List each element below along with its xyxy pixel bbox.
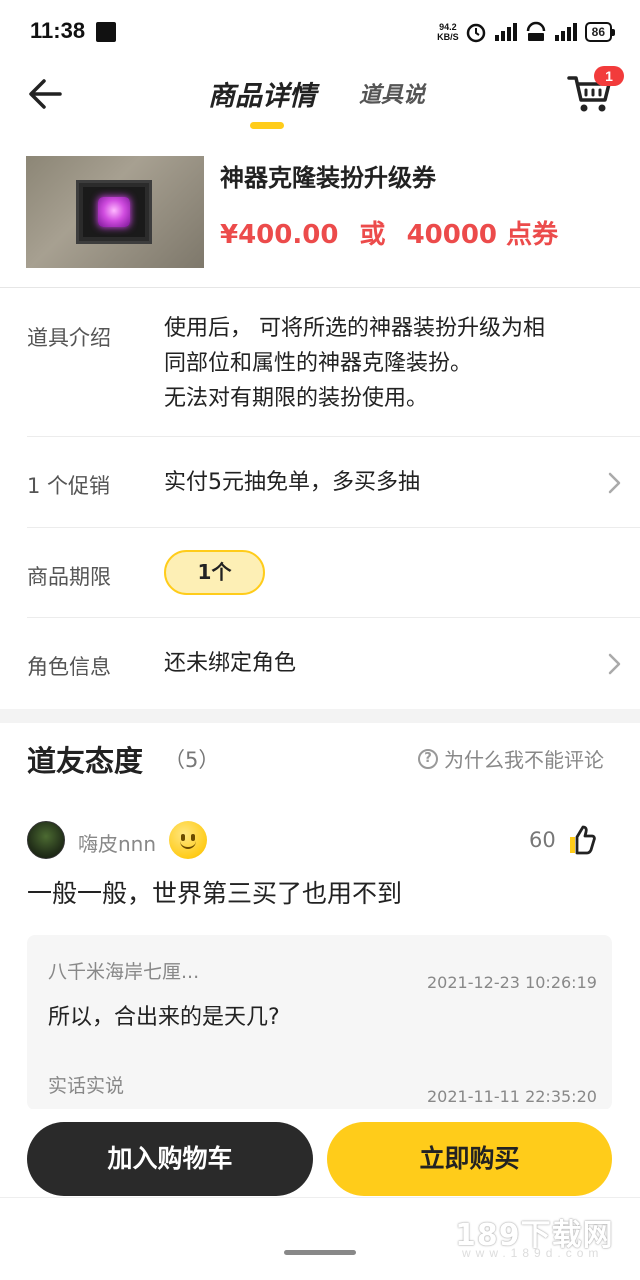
back-button[interactable] [24, 72, 68, 116]
product-name: 神器克隆装扮升级券 [220, 164, 436, 192]
chevron-right-icon[interactable] [606, 471, 622, 495]
item-gem-icon [98, 197, 130, 227]
net-speed: 94.2 KB/S [437, 22, 459, 42]
intro-label: 道具介绍 [27, 326, 111, 350]
status-time: 11:38 [30, 18, 86, 43]
intro-line: 同部位和属性的神器克隆装扮。 [164, 351, 473, 376]
help-link-text: 为什么我不能评论 [444, 748, 604, 772]
reply-username[interactable]: 实话实说 [48, 1071, 124, 1098]
cart-count-badge: 1 [594, 66, 624, 86]
signal-4g-icon [493, 21, 519, 43]
row-divider [27, 527, 640, 528]
why-cant-comment-link[interactable]: ? 为什么我不能评论 [418, 744, 604, 773]
avatar[interactable] [27, 821, 65, 859]
product-price: ¥400.00 或 40000 点券 [220, 214, 570, 251]
tab-item-talk[interactable]: 道具说 [359, 77, 425, 109]
emoji-eye [191, 834, 195, 841]
chevron-right-icon[interactable] [606, 652, 622, 676]
reply-username[interactable]: 八千米海岸七厘... [48, 957, 199, 984]
buy-now-button[interactable]: 立即购买 [327, 1122, 612, 1196]
promo-text[interactable]: 实付5元抽免单，多买多抽 [164, 465, 420, 500]
battery-indicator: 86 [584, 22, 616, 42]
tab-active-indicator [250, 122, 284, 129]
role-label: 角色信息 [27, 655, 111, 679]
home-indicator[interactable] [284, 1250, 356, 1255]
arrow-left-icon [29, 79, 62, 109]
row-divider [27, 617, 640, 618]
thumbs-up-icon[interactable] [566, 822, 598, 856]
question-circle-icon: ? [418, 748, 438, 769]
status-bar: 11:38 94.2 KB/S 86 [0, 0, 640, 64]
reply-list: 八千米海岸七厘... 2021-12-23 10:26:19 所以，合出来的是天… [27, 935, 612, 1110]
status-icons: 94.2 KB/S 86 [437, 18, 616, 46]
limit-label: 商品期限 [27, 565, 111, 589]
section-gap [0, 709, 640, 723]
reply-text: 所以，合出来的是天几? [48, 1005, 280, 1030]
review-text: 一般一般，世界第三买了也用不到 [27, 879, 403, 908]
smiley-face-icon [169, 821, 207, 859]
product-image[interactable] [26, 156, 204, 268]
message-notification-icon [96, 22, 116, 42]
reply-date: 2021-11-11 22:35:20 [427, 1087, 597, 1106]
net-speed-unit: KB/S [437, 32, 459, 42]
reviews-count: （5） [164, 748, 220, 772]
intro-line: 使用后， 可将所选的神器装扮升级为相 [164, 316, 545, 341]
tab-product-details[interactable]: 商品详情 [208, 74, 316, 113]
review-username[interactable]: 嗨皮nnn [78, 828, 156, 857]
add-to-cart-button[interactable]: 加入购物车 [27, 1122, 313, 1196]
like-count: 60 [529, 828, 556, 852]
divider [0, 287, 640, 288]
promo-label: 1 个促销 [27, 474, 111, 498]
price-or: 或 [359, 220, 386, 250]
reviews-title: 道友态度 [27, 744, 144, 778]
top-nav: 商品详情 道具说 1 [0, 64, 640, 136]
signal-4g-plus-icon [553, 21, 579, 43]
hd-call-icon [525, 21, 547, 43]
alarm-icon [465, 21, 487, 43]
product-summary: 神器克隆装扮升级券 ¥400.00 或 40000 点券 [0, 148, 640, 288]
bottom-action-bar: 加入购物车 立即购买 [0, 1109, 640, 1201]
emoji-eye [181, 834, 185, 841]
price-cash: ¥400.00 [220, 220, 339, 250]
intro-line: 无法对有期限的装扮使用。 [164, 386, 429, 411]
row-divider [27, 436, 640, 437]
site-watermark-url: www.189d.com [462, 1246, 604, 1260]
divider [0, 1197, 640, 1198]
intro-text: 使用后， 可将所选的神器装扮升级为相 同部位和属性的神器克隆装扮。 无法对有期限… [164, 311, 545, 416]
reply-date: 2021-12-23 10:26:19 [427, 973, 597, 992]
net-speed-value: 94.2 [439, 22, 457, 32]
item-frame [76, 180, 152, 244]
emoji-mouth [180, 841, 196, 849]
role-value[interactable]: 还未绑定角色 [164, 646, 296, 681]
duration-option-selected[interactable]: 1个 [164, 550, 265, 595]
price-points: 40000 点券 [406, 220, 559, 250]
